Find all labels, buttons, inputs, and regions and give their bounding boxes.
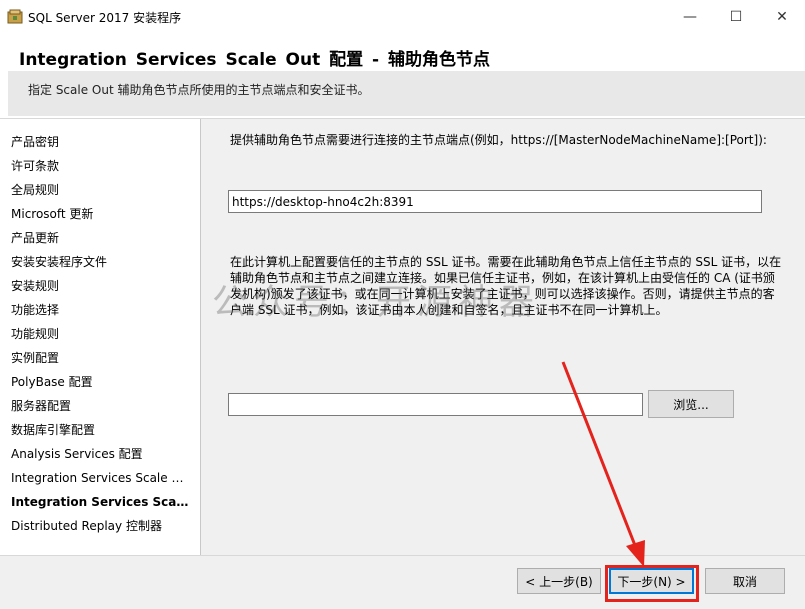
page-subtitle: 指定 Scale Out 辅助角色节点所使用的主节点端点和安全证书。 <box>28 83 370 97</box>
nav-item: Integration Services Scale O... <box>11 471 191 485</box>
nav-item: Analysis Services 配置 <box>11 447 143 461</box>
endpoint-instruction: 提供辅助角色节点需要进行连接的主节点端点(例如，https://[MasterN… <box>230 133 767 147</box>
nav-item: Microsoft 更新 <box>11 207 94 221</box>
nav-item: Integration Services Scale ... <box>11 495 191 509</box>
page-header: Integration Services Scale Out 配置 - 辅助角色… <box>0 34 805 118</box>
nav-item: 产品密钥 <box>11 135 60 149</box>
nav-item: 实例配置 <box>11 351 60 365</box>
nav-item: PolyBase 配置 <box>11 375 93 389</box>
sql-setup-window: SQL Server 2017 安装程序 — ☐ ✕ Integration S… <box>0 0 805 609</box>
cancel-button[interactable]: 取消 <box>705 568 785 594</box>
close-button[interactable]: ✕ <box>759 0 805 34</box>
back-button[interactable]: < 上一步(B) <box>517 568 601 594</box>
nav-item: Distributed Replay 控制器 <box>11 519 162 533</box>
sql-setup-icon <box>7 9 23 24</box>
nav-item: 服务器配置 <box>11 399 72 413</box>
master-endpoint-input[interactable] <box>228 190 762 213</box>
minimize-icon: — <box>683 9 697 25</box>
maximize-icon: ☐ <box>729 9 743 25</box>
nav-item: 全局规则 <box>11 183 60 197</box>
nav-item: 安装安装程序文件 <box>11 255 108 269</box>
ssl-description: 在此计算机上配置要信任的主节点的 SSL 证书。需要在此辅助角色节点上信任主节点… <box>230 255 782 317</box>
footer-bar: < 上一步(B) 下一步(N) > 取消 <box>0 556 805 609</box>
nav-item: 安装规则 <box>11 279 60 293</box>
page-title: Integration Services Scale Out 配置 - 辅助角色… <box>19 50 491 70</box>
nav-item: 数据库引擎配置 <box>11 423 96 437</box>
next-button[interactable]: 下一步(N) > <box>609 568 694 594</box>
step-navigation: 产品密钥许可条款全局规则 Microsoft 更新 产品更新安装安装程序文件 安装规则… <box>0 119 200 555</box>
nav-item: 产品更新 <box>11 231 60 245</box>
nav-item: 许可条款 <box>11 159 60 173</box>
certificate-path-input[interactable] <box>228 393 643 416</box>
window-title: SQL Server 2017 安装程序 <box>28 11 182 25</box>
browse-button[interactable]: 浏览... <box>648 390 734 418</box>
minimize-button[interactable]: — <box>667 0 713 34</box>
title-bar[interactable]: SQL Server 2017 安装程序 — ☐ ✕ <box>0 0 805 34</box>
maximize-button[interactable]: ☐ <box>713 0 759 34</box>
nav-item: 功能选择 <box>11 303 60 317</box>
nav-item: 功能规则 <box>11 327 60 341</box>
close-icon: ✕ <box>776 9 788 25</box>
main-content: 提供辅助角色节点需要进行连接的主节点端点(例如，https://[MasterN… <box>201 119 805 555</box>
